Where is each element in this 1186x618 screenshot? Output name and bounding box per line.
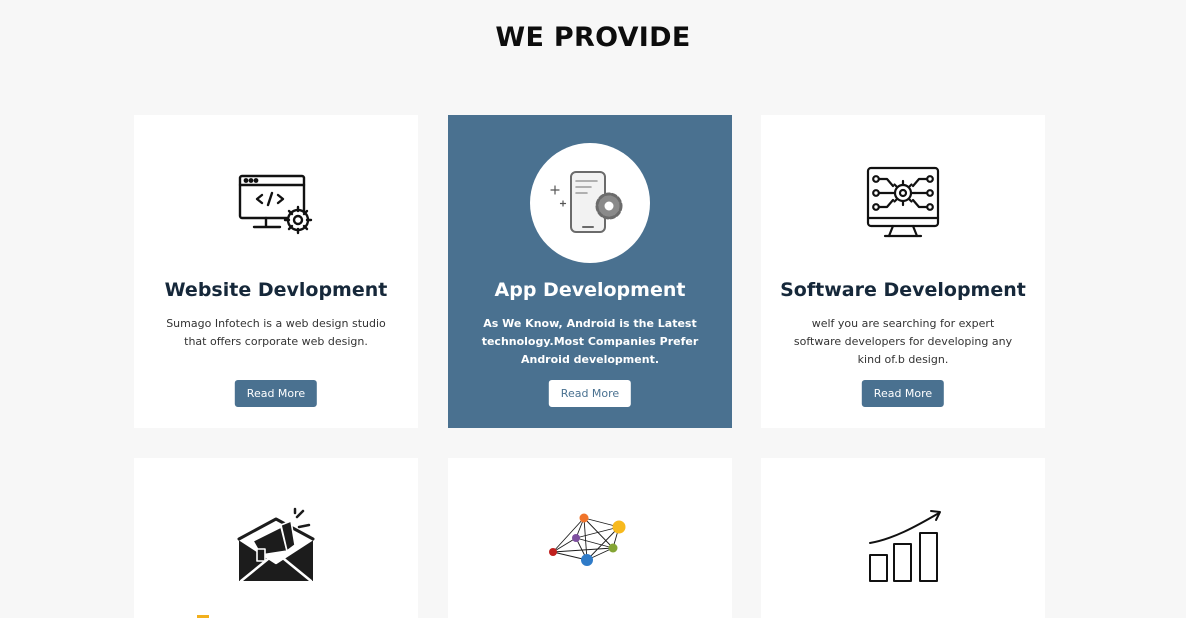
card-description: welf you are searching for expert softwa… bbox=[793, 317, 1013, 366]
read-more-button[interactable]: Read More bbox=[861, 380, 945, 407]
web-code-gear-icon bbox=[216, 143, 336, 263]
network-nodes-icon bbox=[545, 500, 635, 590]
section-title: WE PROVIDE bbox=[495, 22, 691, 53]
services-section: WE PROVIDE Website Devlopment Sumago Inf… bbox=[0, 0, 1186, 618]
service-card-growth bbox=[761, 458, 1045, 618]
service-card-website: Website Devlopment Sumago Infotech is a … bbox=[134, 115, 418, 428]
service-card-email-marketing bbox=[134, 458, 418, 618]
service-card-app: App Development As We Know, Android is t… bbox=[448, 115, 732, 428]
read-more-button[interactable]: Read More bbox=[234, 380, 318, 407]
mobile-gear-icon bbox=[530, 143, 650, 263]
growth-chart-icon bbox=[858, 500, 948, 590]
service-card-software: Software Development welf you are search… bbox=[761, 115, 1045, 428]
card-description: Sumago Infotech is a web design studio t… bbox=[166, 317, 386, 348]
circuit-gear-monitor-icon bbox=[843, 143, 963, 263]
read-more-button[interactable]: Read More bbox=[548, 380, 632, 407]
service-card-networking bbox=[448, 458, 732, 618]
email-megaphone-icon bbox=[231, 500, 321, 590]
card-description: As We Know, Android is the Latest techno… bbox=[481, 317, 699, 366]
card-title: Software Development bbox=[780, 279, 1026, 301]
card-title: App Development bbox=[494, 279, 686, 301]
card-title: Website Devlopment bbox=[164, 279, 388, 301]
